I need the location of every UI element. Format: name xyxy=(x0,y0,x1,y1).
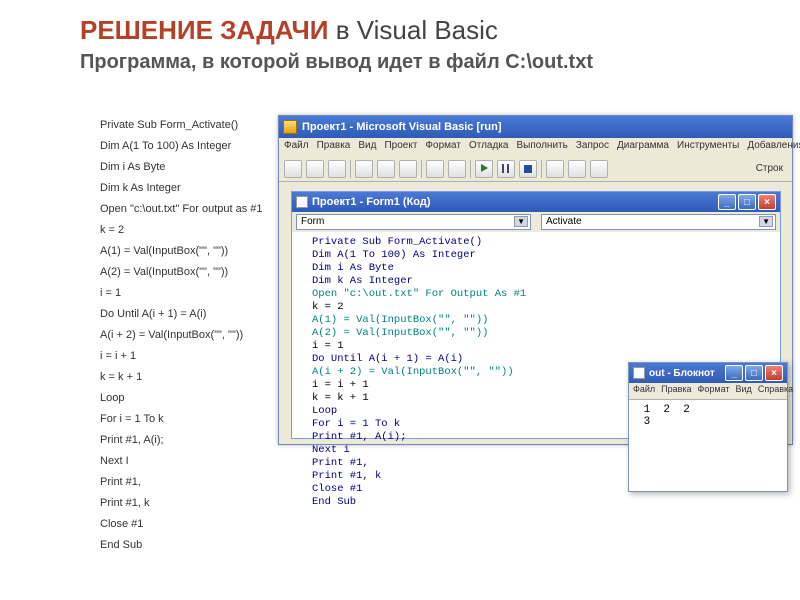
code-line: Open "c:\out.txt" For output as #1 xyxy=(100,199,263,220)
code-line: Dim k As Integer xyxy=(100,178,263,199)
notepad-content[interactable]: 1 2 2 3 xyxy=(629,399,787,491)
maximize-button[interactable]: □ xyxy=(745,365,763,381)
code-line: k = 2 xyxy=(100,220,263,241)
code-line: i = i + 1 xyxy=(100,346,263,367)
toolbar-new-icon[interactable] xyxy=(284,160,302,178)
code-line: For i = 1 To k xyxy=(100,409,263,430)
toolbar-copy-icon[interactable] xyxy=(377,160,395,178)
notepad-titlebar[interactable]: out - Блокнот _ □ × xyxy=(629,363,787,383)
code-window-icon xyxy=(296,196,308,208)
code-line: i = 1 xyxy=(100,283,263,304)
menu-item[interactable]: Формат xyxy=(698,384,730,398)
menu-item[interactable]: Проект xyxy=(384,140,417,154)
toolbar-separator xyxy=(421,160,422,178)
menu-item[interactable]: Вид xyxy=(358,140,376,154)
menu-item[interactable]: Справка xyxy=(758,384,793,398)
vb-app-icon xyxy=(283,120,297,134)
code-line: A(2) = Val(InputBox("", "")) xyxy=(100,262,263,283)
procedure-dropdown[interactable]: Activate xyxy=(541,214,776,230)
code-line: Dim i As Byte xyxy=(312,262,770,275)
toolbar-redo-icon[interactable] xyxy=(448,160,466,178)
code-line: Print #1, k xyxy=(100,493,263,514)
code-line: A(2) = Val(InputBox("", "")) xyxy=(312,327,770,340)
code-line: A(i + 2) = Val(InputBox("", "")) xyxy=(100,325,263,346)
code-line: Do Until A(i + 1) = A(i) xyxy=(100,304,263,325)
maximize-button[interactable]: □ xyxy=(738,194,756,210)
toolbar-run-icon[interactable] xyxy=(475,160,493,178)
code-line: End Sub xyxy=(100,535,263,556)
toolbar-separator xyxy=(350,160,351,178)
minimize-button[interactable]: _ xyxy=(725,365,743,381)
code-line: A(1) = Val(InputBox("", "")) xyxy=(312,314,770,327)
toolbar-paste-icon[interactable] xyxy=(399,160,417,178)
menu-item[interactable]: Инструменты xyxy=(677,140,739,154)
title-part2: в Visual Basic xyxy=(329,15,498,45)
code-line: k = 2 xyxy=(312,301,770,314)
code-line: Print #1, xyxy=(100,472,263,493)
close-button[interactable]: × xyxy=(765,365,783,381)
code-line: Print #1, A(i); xyxy=(100,430,263,451)
toolbar-separator xyxy=(541,160,542,178)
menu-item[interactable]: Файл xyxy=(633,384,655,398)
toolbar-misc-icon[interactable] xyxy=(546,160,564,178)
notepad-icon xyxy=(633,367,645,379)
code-line: Open "c:\out.txt" For Output As #1 xyxy=(312,288,770,301)
toolbar-undo-icon[interactable] xyxy=(426,160,444,178)
title-part1: РЕШЕНИЕ ЗАДАЧИ xyxy=(80,15,329,45)
vb-window-title: Проект1 - Microsoft Visual Basic [run] xyxy=(302,121,788,133)
code-line: End Sub xyxy=(312,496,770,509)
menu-item[interactable]: Вид xyxy=(736,384,752,398)
object-dropdown[interactable]: Form xyxy=(296,214,531,230)
slide-title: РЕШЕНИЕ ЗАДАЧИ в Visual Basic xyxy=(0,0,800,51)
code-window-title: Проект1 - Form1 (Код) xyxy=(312,196,718,208)
code-line: Close #1 xyxy=(100,514,263,535)
vb-menubar[interactable]: Файл Правка Вид Проект Формат Отладка Выполнит… xyxy=(279,138,792,156)
toolbar-open-icon[interactable] xyxy=(306,160,324,178)
code-line: Dim A(1 To 100) As Integer xyxy=(312,249,770,262)
code-listing-left: Private Sub Form_Activate()Dim A(1 To 10… xyxy=(100,115,263,556)
toolbar-stop-icon[interactable] xyxy=(519,160,537,178)
code-line: A(1) = Val(InputBox("", "")) xyxy=(100,241,263,262)
notepad-title: out - Блокнот xyxy=(649,368,725,379)
code-line: i = 1 xyxy=(312,340,770,353)
toolbar-misc-icon[interactable] xyxy=(590,160,608,178)
code-line: Loop xyxy=(100,388,263,409)
code-line: Next I xyxy=(100,451,263,472)
code-line: Private Sub Form_Activate() xyxy=(312,236,770,249)
menu-item[interactable]: Диаграмма xyxy=(617,140,669,154)
toolbar-cut-icon[interactable] xyxy=(355,160,373,178)
menu-item[interactable]: Формат xyxy=(425,140,461,154)
notepad-window[interactable]: out - Блокнот _ □ × ФайлПравкаФорматВидС… xyxy=(628,362,788,492)
menu-item[interactable]: Выполнить xyxy=(516,140,567,154)
menu-item[interactable]: Файл xyxy=(284,140,309,154)
code-line: k = k + 1 xyxy=(100,367,263,388)
menu-item[interactable]: Правка xyxy=(317,140,351,154)
slide-subtitle: Программа, в которой вывод идет в файл C… xyxy=(0,51,800,84)
menu-item[interactable]: Правка xyxy=(661,384,691,398)
code-line: Dim k As Integer xyxy=(312,275,770,288)
menu-item[interactable]: Запрос xyxy=(576,140,609,154)
menu-item[interactable]: Отладка xyxy=(469,140,509,154)
code-line: Private Sub Form_Activate() xyxy=(100,115,263,136)
toolbar-pause-icon[interactable] xyxy=(497,160,515,178)
code-line: Dim A(1 To 100) As Integer xyxy=(100,136,263,157)
toolbar-save-icon[interactable] xyxy=(328,160,346,178)
toolbar-misc-icon[interactable] xyxy=(568,160,586,178)
menu-item[interactable]: Добавления xyxy=(747,140,800,154)
toolbar-separator xyxy=(470,160,471,178)
code-line: Dim i As Byte xyxy=(100,157,263,178)
close-button[interactable]: × xyxy=(758,194,776,210)
code-window-titlebar[interactable]: Проект1 - Form1 (Код) _ □ × xyxy=(292,192,780,212)
minimize-button[interactable]: _ xyxy=(718,194,736,210)
vb-titlebar[interactable]: Проект1 - Microsoft Visual Basic [run] xyxy=(279,116,792,138)
notepad-menubar[interactable]: ФайлПравкаФорматВидСправка xyxy=(629,383,787,399)
vb-toolbar[interactable]: Строк xyxy=(279,156,792,182)
code-object-selectors: Form Activate xyxy=(292,212,780,232)
toolbar-end-label: Строк xyxy=(756,163,783,174)
